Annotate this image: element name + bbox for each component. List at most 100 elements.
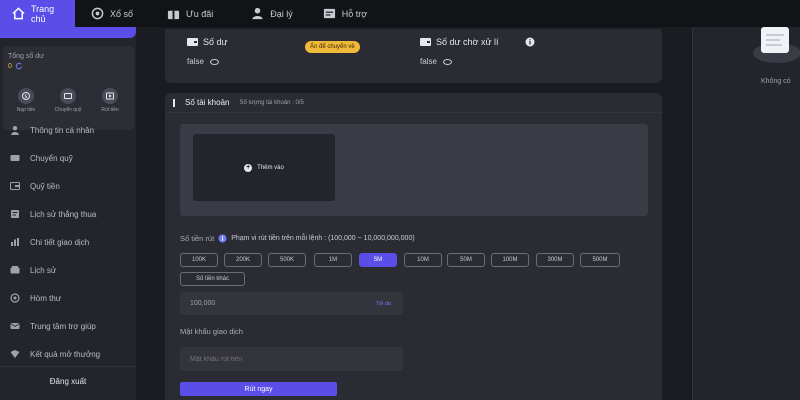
balance-summary: Số dư false Ấn để chuyển về Số dư chờ xử…	[165, 29, 662, 83]
password-label: Mật khẩu giao dịch	[180, 327, 243, 336]
sidebar-item-label: Chi tiết giao dịch	[30, 237, 90, 247]
wallet-icon	[10, 182, 20, 190]
sidebar-item-label: Chuyển quỹ	[30, 153, 73, 163]
add-card-button[interactable]: + Thêm vào	[193, 134, 335, 201]
amount-chip-selected[interactable]: 5M	[359, 253, 397, 267]
refresh-icon[interactable]	[15, 62, 23, 70]
logout-button[interactable]: Đăng xuất	[0, 366, 136, 396]
nav-home[interactable]: Trang chủ	[0, 0, 75, 27]
main-content: Số dư false Ấn để chuyển về Số dư chờ xử…	[152, 27, 676, 400]
amount-chip[interactable]: 500K	[268, 253, 306, 267]
amount-chip[interactable]: 10M	[404, 253, 442, 267]
amount-chip[interactable]: 1M	[314, 253, 352, 267]
history-icon	[11, 210, 19, 218]
amount-label-row: Số tiền rút Phạm vi rút tiền trên mỗi lệ…	[180, 234, 415, 243]
pending-value-row: false	[420, 57, 535, 66]
withdraw-panel: Số tài khoản Số lượng tài khoản : 0/5 + …	[165, 93, 662, 400]
amount-label: Số tiền rút	[180, 234, 215, 243]
password-field	[180, 347, 403, 371]
sidebar-item-transfer[interactable]: Chuyển quỹ	[0, 144, 136, 172]
nav-support[interactable]: Hỗ trợ	[311, 0, 379, 27]
eye-icon[interactable]	[442, 58, 452, 65]
balance-head: Số dư	[187, 37, 228, 47]
amount-chip[interactable]: 100K	[180, 253, 218, 267]
transaction-icon	[11, 238, 19, 246]
total-balance-amount: 0	[8, 62, 23, 70]
empty-state-illustration	[753, 27, 800, 63]
nav-label: Xổ số	[110, 8, 134, 19]
gift-icon	[167, 7, 180, 20]
transfer-icon	[60, 88, 76, 104]
amount-chip[interactable]: 50M	[447, 253, 485, 267]
sidebar-item-label: Thông tin cá nhân	[30, 125, 95, 135]
sidebar-item-results[interactable]: Kết quả mở thưởng	[0, 340, 136, 368]
right-panel: Không có	[692, 27, 800, 400]
withdraw-icon	[102, 88, 118, 104]
sidebar-item-transactions[interactable]: Chi tiết giao dịch	[0, 228, 136, 256]
sidebar-item-mailbox[interactable]: Hòm thư	[0, 284, 136, 312]
pending-head: Số dư chờ xử lí	[420, 37, 535, 47]
lottery-icon	[91, 7, 104, 20]
balance-value: false	[187, 57, 204, 66]
sidebar: Tổng số dư 0 $ Nạp tiền Chuyển quỹ Rút t…	[0, 27, 136, 400]
nav-promotions[interactable]: Ưu đãi	[155, 0, 225, 27]
amount-chip[interactable]: 500M	[580, 253, 620, 267]
pending-balance-column: Số dư chờ xử lí false	[420, 37, 535, 66]
deposit-icon: $	[18, 88, 34, 104]
balance-value-row: false	[187, 57, 228, 66]
eye-icon[interactable]	[209, 58, 219, 65]
account-count: Số lượng tài khoản : 0/5	[239, 99, 304, 106]
sidebar-item-label: Kết quả mở thưởng	[30, 349, 101, 359]
nav-label: Đại lý	[270, 8, 293, 19]
trophy-icon	[10, 350, 20, 358]
transfer-back-badge[interactable]: Ấn để chuyển về	[305, 41, 360, 53]
total-balance-label: Tổng số dư	[8, 53, 44, 60]
password-input[interactable]	[190, 355, 390, 363]
svg-text:$: $	[24, 94, 27, 100]
agent-icon	[251, 7, 264, 20]
balance-label: Số dư	[203, 37, 228, 47]
sidebar-item-label: Hòm thư	[30, 293, 62, 303]
add-card-label: Thêm vào	[257, 164, 284, 171]
mail-icon	[10, 293, 20, 303]
amount-field: Tối đa	[180, 292, 403, 315]
wallet-icon	[187, 38, 198, 46]
sidebar-accent-strip	[0, 27, 136, 38]
support-icon	[323, 7, 336, 20]
bank-card-area: + Thêm vào	[180, 124, 648, 216]
account-title: Số tài khoản	[185, 98, 230, 107]
sidebar-item-profile[interactable]: Thông tin cá nhân	[0, 116, 136, 144]
quick-action-label: Rút tiền	[101, 107, 119, 113]
sidebar-item-history[interactable]: Lịch sử	[0, 256, 136, 284]
empty-state-text: Không có	[761, 78, 791, 85]
home-icon	[12, 7, 25, 20]
amount-chip-other[interactable]: Số tiền khác	[180, 272, 245, 286]
quick-action-label: Nạp tiền	[16, 107, 36, 113]
transfer-icon	[10, 155, 20, 161]
quick-action-label: Chuyển quỹ	[54, 107, 82, 113]
info-icon[interactable]	[525, 37, 535, 47]
max-amount-link[interactable]: Tối đa	[376, 301, 391, 307]
sidebar-item-label: Lịch sử	[30, 265, 57, 275]
top-nav: Trang chủ Xổ số Ưu đãi Đại lý Hỗ trợ	[0, 0, 800, 27]
amount-chip[interactable]: 300M	[536, 253, 574, 267]
pending-balance-value: false	[420, 57, 437, 66]
amount-chip[interactable]: 100M	[491, 253, 529, 267]
nav-label: Hỗ trợ	[341, 8, 368, 19]
balance-column: Số dư false	[187, 37, 228, 66]
sidebar-item-win-loss[interactable]: Lịch sử thắng thua	[0, 200, 136, 228]
user-icon	[11, 126, 19, 135]
nav-agent[interactable]: Đại lý	[239, 0, 305, 27]
info-icon	[218, 234, 227, 243]
sidebar-menu: Thông tin cá nhân Chuyển quỹ Quỹ tiền Lị…	[0, 116, 136, 368]
amount-chip[interactable]: 200K	[224, 253, 262, 267]
sidebar-item-funds[interactable]: Quỹ tiền	[0, 172, 136, 200]
sidebar-item-label: Lịch sử thắng thua	[30, 209, 97, 219]
withdraw-submit-button[interactable]: Rút ngay	[180, 382, 337, 396]
withdraw-range: Phạm vi rút tiền trên mỗi lệnh : (100,00…	[231, 235, 415, 242]
nav-lottery[interactable]: Xổ số	[79, 0, 145, 27]
amount-input[interactable]	[190, 300, 340, 307]
header-marker	[173, 98, 175, 107]
nav-label: Trang chủ	[31, 3, 55, 24]
sidebar-item-help-center[interactable]: Trung tâm trợ giúp	[0, 312, 136, 340]
